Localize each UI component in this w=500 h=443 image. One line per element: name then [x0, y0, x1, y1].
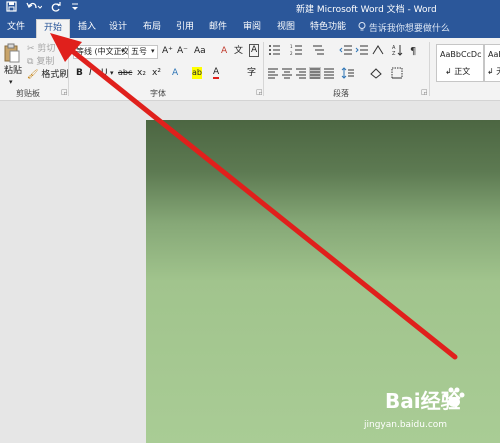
red-arrow-annotation — [50, 33, 458, 360]
